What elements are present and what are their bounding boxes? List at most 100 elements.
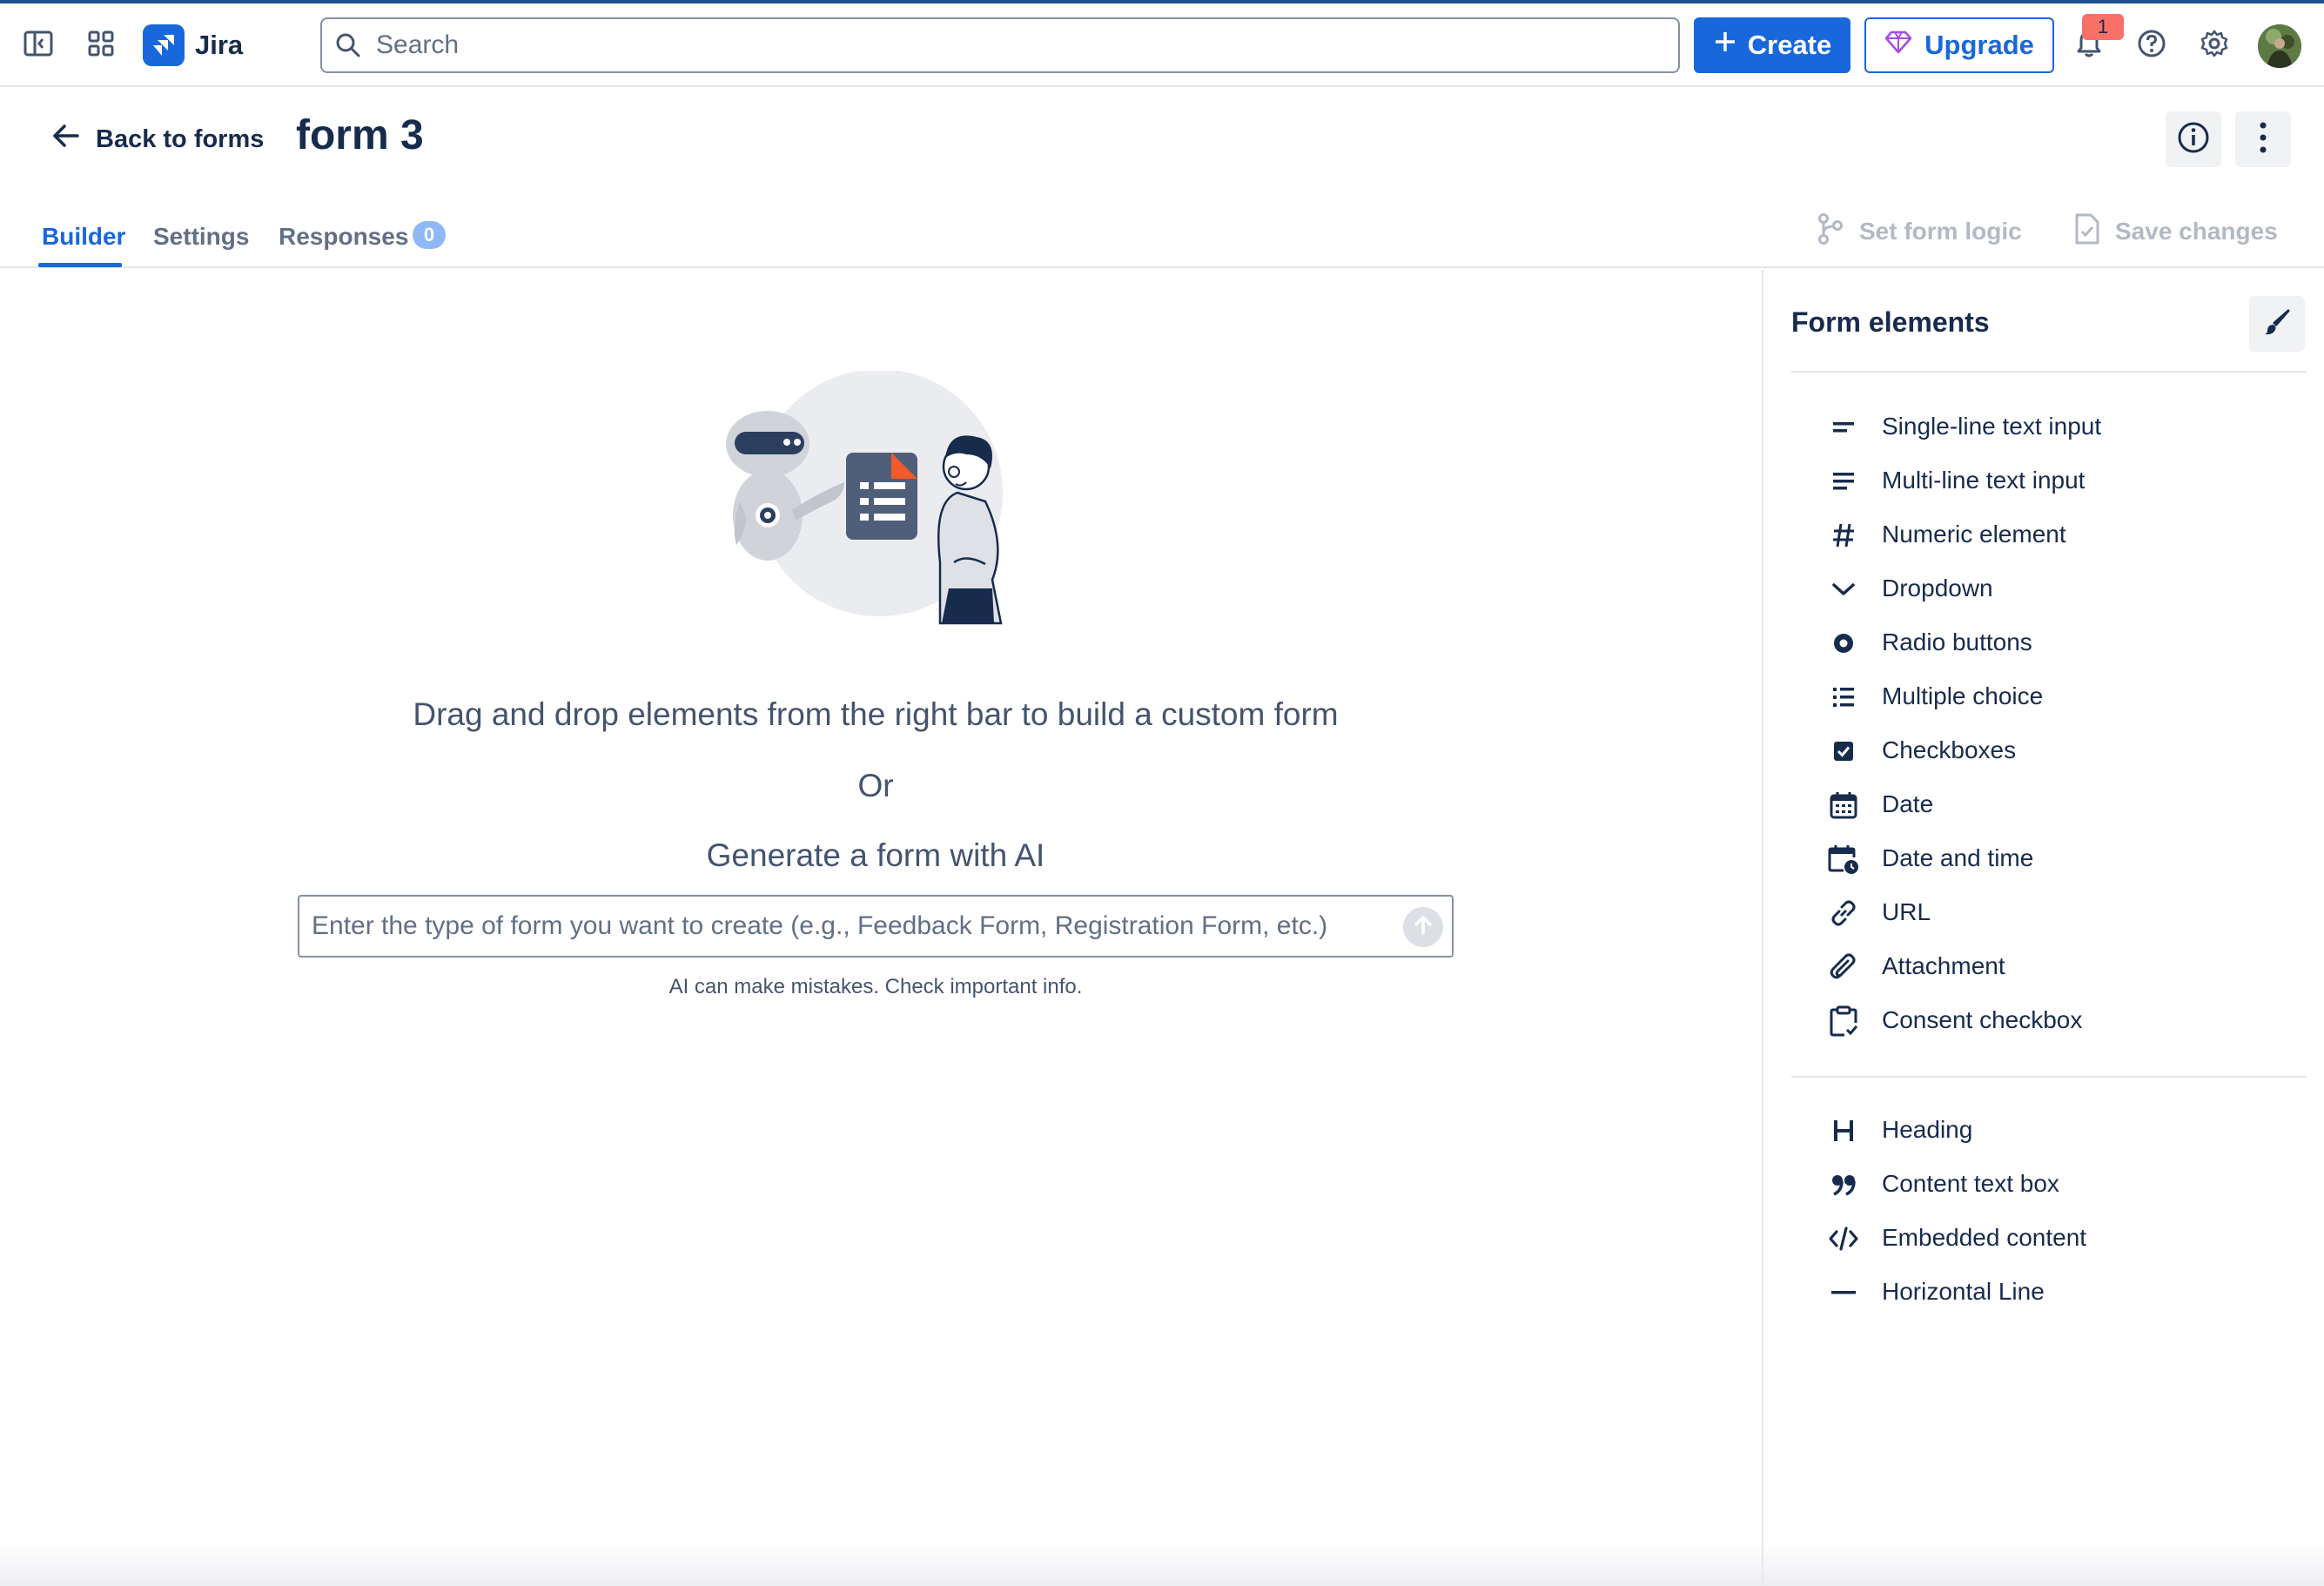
- ai-prompt-input[interactable]: [312, 907, 1391, 945]
- ai-disclaimer: AI can make mistakes. Check important in…: [668, 975, 1083, 998]
- theme-style-button[interactable]: [2249, 296, 2305, 352]
- arrow-up-icon: [1413, 914, 1434, 941]
- global-navigation: Jira Create Upgrade 1: [0, 3, 2324, 87]
- generate-with-ai-heading: Generate a form with AI: [706, 837, 1045, 873]
- branch-icon: [1816, 212, 1845, 252]
- form-elements-title: Form elements: [1791, 306, 1990, 338]
- element-label: Checkboxes: [1882, 736, 2017, 763]
- user-avatar[interactable]: [2258, 24, 2301, 68]
- search-input[interactable]: [376, 26, 1647, 64]
- long-text-icon: [1828, 466, 1859, 497]
- back-label: Back to forms: [96, 124, 265, 153]
- info-icon: [2176, 120, 2211, 159]
- info-button[interactable]: [2166, 111, 2221, 167]
- notification-count-badge: 1: [2082, 14, 2124, 40]
- sidebar-toggle-icon[interactable]: [19, 24, 57, 63]
- element-radio-buttons[interactable]: Radio buttons: [1763, 616, 2324, 670]
- radio-icon: [1828, 628, 1859, 659]
- gem-icon: [1884, 30, 1912, 61]
- back-to-forms-link[interactable]: Back to forms: [50, 120, 264, 158]
- save-changes-button[interactable]: Save changes: [2073, 212, 2278, 251]
- element-date[interactable]: Date: [1763, 778, 2324, 832]
- arrow-left-icon: [50, 123, 80, 156]
- tab-settings[interactable]: Settings: [153, 223, 249, 251]
- element-label: Consent checkbox: [1882, 1006, 2083, 1033]
- jira-logo-icon[interactable]: [143, 24, 185, 66]
- save-changes-label: Save changes: [2115, 218, 2278, 245]
- bottom-shadow: [0, 1541, 2324, 1586]
- element-label: Date and time: [1882, 844, 2034, 871]
- element-numeric[interactable]: Numeric element: [1763, 508, 2324, 562]
- list-icon: [1828, 682, 1859, 713]
- element-single-line-text[interactable]: Single-line text input: [1763, 400, 2324, 454]
- responses-count-badge: 0: [413, 221, 446, 249]
- element-multi-line-text[interactable]: Multi-line text input: [1763, 454, 2324, 508]
- element-date-and-time[interactable]: Date and time: [1763, 832, 2324, 886]
- more-actions-button[interactable]: [2235, 111, 2291, 167]
- form-tabs: Builder Settings Responses 0 Set form lo…: [0, 205, 2324, 268]
- element-checkboxes[interactable]: Checkboxes: [1763, 724, 2324, 778]
- horizontal-line-icon: [1828, 1277, 1859, 1308]
- clipboard-check-icon: [1828, 1005, 1859, 1037]
- element-multiple-choice[interactable]: Multiple choice: [1763, 670, 2324, 724]
- help-icon[interactable]: [2133, 24, 2171, 63]
- element-attachment[interactable]: Attachment: [1763, 940, 2324, 994]
- element-label: Single-line text input: [1882, 413, 2102, 440]
- app-switcher-icon[interactable]: [82, 24, 120, 63]
- search-box[interactable]: [320, 17, 1680, 73]
- element-label: Dropdown: [1882, 575, 1993, 601]
- element-label: Attachment: [1882, 952, 2005, 979]
- element-label: Heading: [1882, 1116, 1973, 1143]
- element-horizontal-line[interactable]: Horizontal Line: [1763, 1266, 2324, 1320]
- input-elements-list: Single-line text input Multi-line text i…: [1763, 400, 2324, 1048]
- element-heading[interactable]: Heading: [1763, 1104, 2324, 1158]
- set-form-logic-label: Set form logic: [1859, 218, 2022, 245]
- element-embedded-content[interactable]: Embedded content: [1763, 1212, 2324, 1266]
- more-vertical-icon: [2258, 120, 2268, 159]
- create-button[interactable]: Create: [1694, 17, 1850, 73]
- ai-submit-button[interactable]: [1403, 907, 1443, 947]
- page-title: form 3: [296, 112, 424, 158]
- tab-responses[interactable]: Responses: [279, 223, 408, 251]
- element-label: Multi-line text input: [1882, 467, 2086, 494]
- app-name[interactable]: Jira: [195, 30, 243, 61]
- quote-icon: [1828, 1169, 1859, 1200]
- short-text-icon: [1828, 412, 1859, 443]
- content-elements-list: Heading Content text box Embedded conten…: [1763, 1104, 2324, 1320]
- element-label: Content text box: [1882, 1170, 2059, 1197]
- sidebar-divider-middle: [1791, 1076, 2307, 1078]
- or-separator-text: Or: [857, 768, 894, 803]
- form-builder-canvas[interactable]: Drag and drop elements from the right ba…: [0, 270, 1762, 1586]
- element-label: Embedded content: [1882, 1224, 2087, 1251]
- checkbox-icon: [1828, 736, 1859, 767]
- element-url[interactable]: URL: [1763, 886, 2324, 940]
- element-content-text-box[interactable]: Content text box: [1763, 1158, 2324, 1212]
- tab-builder[interactable]: Builder: [42, 223, 125, 251]
- code-icon: [1828, 1223, 1859, 1254]
- empty-state-illustration: [705, 369, 1053, 632]
- calendar-icon: [1828, 790, 1859, 821]
- form-elements-panel: Form elements Single-line text input Mul…: [1762, 270, 2324, 1586]
- settings-gear-icon[interactable]: [2195, 24, 2233, 63]
- file-check-icon: [2073, 212, 2101, 252]
- element-label: Multiple choice: [1882, 682, 2044, 709]
- element-label: Radio buttons: [1882, 628, 2032, 655]
- calendar-clock-icon: [1828, 843, 1859, 875]
- search-icon: [334, 31, 362, 64]
- element-label: Numeric element: [1882, 521, 2066, 548]
- active-tab-indicator: [38, 263, 122, 267]
- paintbrush-icon: [2262, 307, 2292, 341]
- element-consent-checkbox[interactable]: Consent checkbox: [1763, 994, 2324, 1048]
- element-label: Date: [1882, 790, 1934, 817]
- create-label: Create: [1747, 30, 1832, 60]
- sidebar-divider-top: [1791, 371, 2307, 373]
- paperclip-icon: [1828, 951, 1859, 983]
- element-dropdown[interactable]: Dropdown: [1763, 562, 2324, 616]
- builder-instructions: Drag and drop elements from the right ba…: [413, 696, 1339, 732]
- upgrade-label: Upgrade: [1924, 30, 2034, 60]
- link-icon: [1828, 897, 1859, 929]
- element-label: URL: [1882, 898, 1931, 925]
- ai-prompt-box[interactable]: [298, 895, 1454, 958]
- upgrade-button[interactable]: Upgrade: [1864, 17, 2054, 73]
- set-form-logic-button[interactable]: Set form logic: [1816, 212, 2022, 251]
